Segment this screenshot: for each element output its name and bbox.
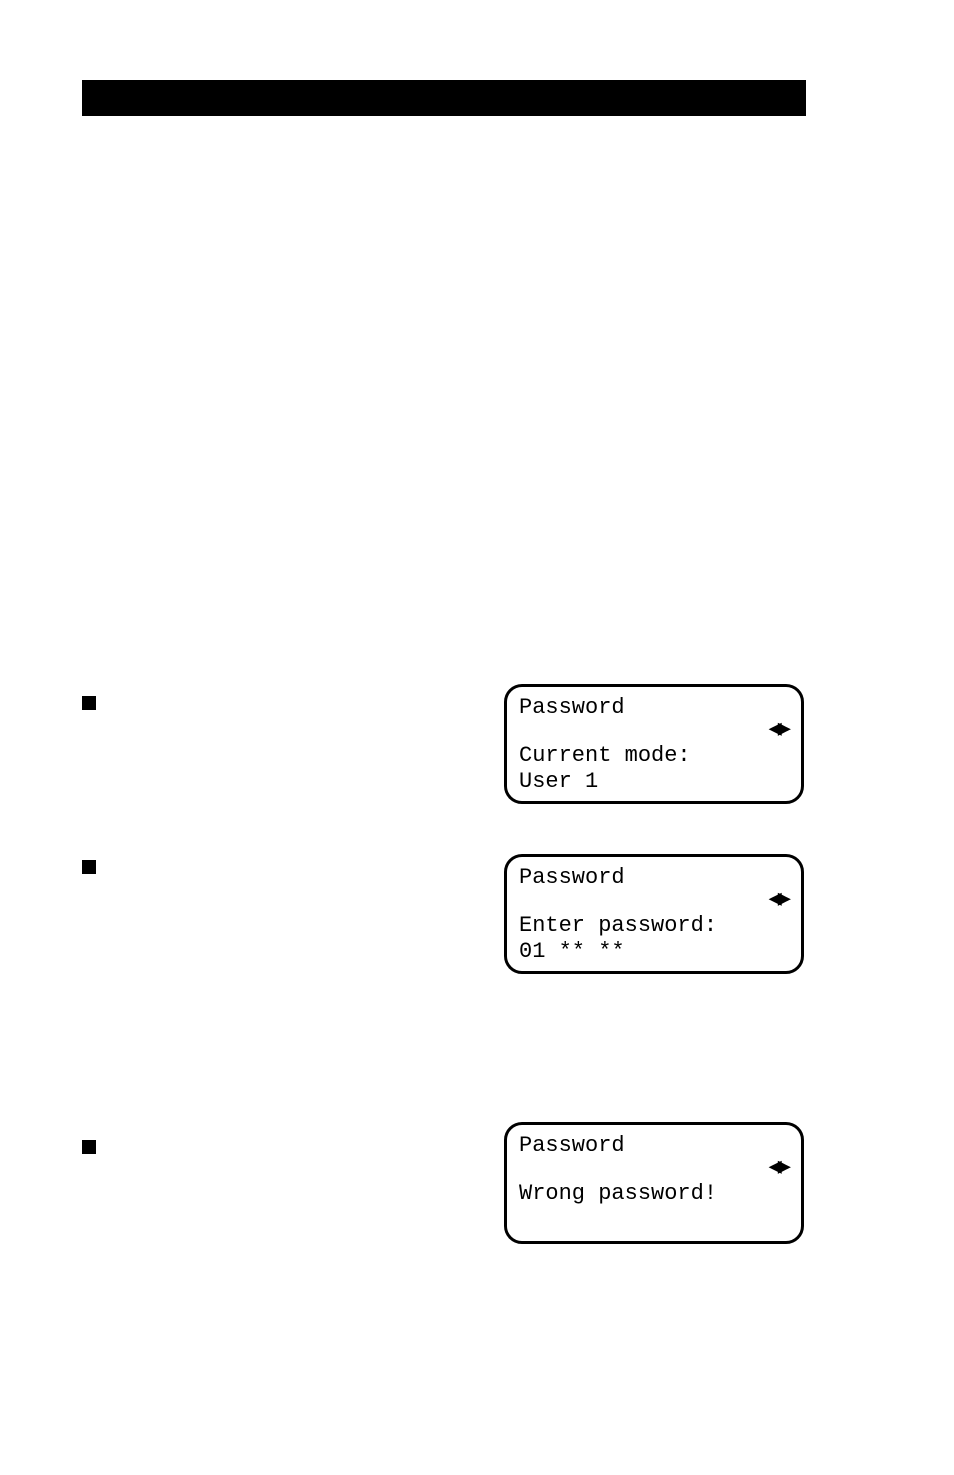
nav-arrows-icon: ◀▶: [769, 1155, 790, 1180]
bullet-icon: [82, 1140, 96, 1154]
lcd-line: Wrong password!: [519, 1181, 789, 1207]
page: Password ◀▶ Current mode: User 1 Passwor…: [0, 0, 954, 1475]
lcd-screen-enter-password: Password ◀▶ Enter password: 01 ** **: [504, 854, 804, 974]
nav-arrows-icon: ◀▶: [769, 887, 790, 912]
header-bar: [82, 80, 806, 116]
nav-arrows-icon: ◀▶: [769, 717, 790, 742]
lcd-title: Password: [519, 865, 625, 891]
lcd-screen-wrong-password: Password ◀▶ Wrong password!: [504, 1122, 804, 1244]
lcd-line: Enter password:: [519, 913, 789, 939]
lcd-line: 01 ** **: [519, 939, 789, 965]
lcd-line: Current mode:: [519, 743, 789, 769]
lcd-screen-current-mode: Password ◀▶ Current mode: User 1: [504, 684, 804, 804]
lcd-line: User 1: [519, 769, 789, 795]
bullet-icon: [82, 696, 96, 710]
lcd-title: Password: [519, 1133, 625, 1159]
lcd-title: Password: [519, 695, 625, 721]
bullet-icon: [82, 860, 96, 874]
